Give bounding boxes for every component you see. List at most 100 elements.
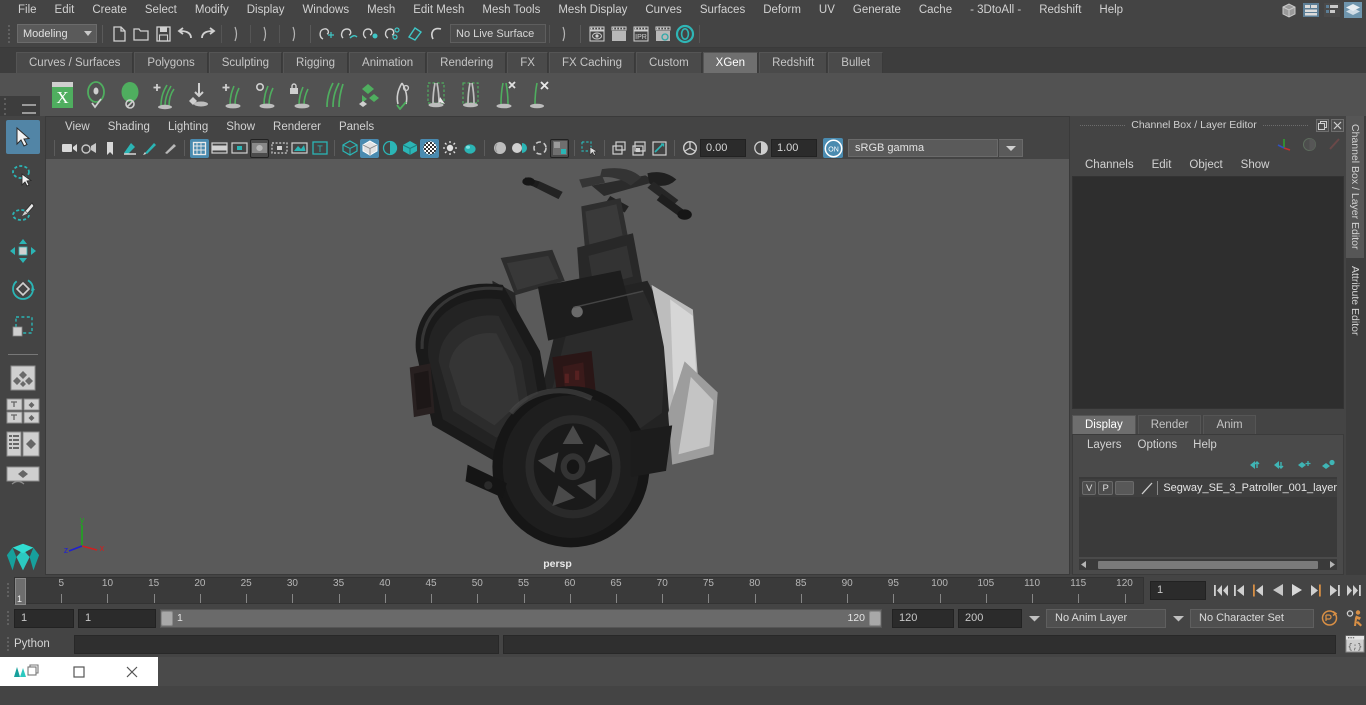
layer-row[interactable]: V P Segway_SE_3_Patroller_001_layer (1079, 479, 1337, 497)
move-layer-down-icon[interactable] (1273, 459, 1287, 471)
select-by-object-icon[interactable] (254, 23, 276, 45)
add-guides-icon[interactable] (148, 76, 180, 114)
time-slider-playhead[interactable]: 1 (15, 577, 26, 605)
select-guides-icon[interactable] (454, 76, 486, 114)
noise-brush-icon[interactable] (352, 76, 384, 114)
menu-curves[interactable]: Curves (636, 0, 690, 20)
shadows-icon[interactable] (440, 139, 459, 158)
exposure-icon[interactable] (680, 139, 699, 158)
menu-mesh-display[interactable]: Mesh Display (549, 0, 636, 20)
range-slider-grip[interactable] (3, 606, 12, 630)
color-space-chevron-down-icon[interactable] (999, 139, 1023, 157)
image-plane-icon[interactable] (100, 139, 119, 158)
two-d-pan-zoom-icon[interactable] (120, 139, 139, 158)
play-forwards-icon[interactable] (1288, 580, 1305, 600)
snap-to-point-icon[interactable] (360, 23, 382, 45)
shelf-tab-fx-caching[interactable]: FX Caching (548, 52, 636, 73)
time-slider-grip[interactable] (3, 578, 12, 602)
command-line-grip[interactable] (3, 632, 12, 656)
live-surface-field[interactable]: No Live Surface (450, 24, 546, 43)
wireframe-shaded-icon[interactable] (340, 139, 359, 158)
lasso-tool-button[interactable] (6, 158, 40, 192)
viewport-menu-lighting[interactable]: Lighting (159, 121, 217, 133)
grease-pencil-icon[interactable] (140, 139, 159, 158)
render-stripe-icon[interactable] (1327, 137, 1342, 152)
layer-menu-layers[interactable]: Layers (1079, 439, 1130, 451)
xray-icon[interactable] (580, 139, 599, 158)
script-editor-icon[interactable]: {;} (1344, 634, 1366, 654)
select-camera-icon[interactable] (60, 139, 79, 158)
gamma-field[interactable]: 1.00 (771, 139, 817, 157)
modeling-toolkit-icon[interactable] (1281, 2, 1299, 18)
resolution-gate-icon[interactable] (230, 139, 249, 158)
new-layer-icon[interactable] (1297, 459, 1311, 471)
menu-deform[interactable]: Deform (754, 0, 810, 20)
bookmark-camera-icon[interactable] (80, 139, 99, 158)
range-slider-right-handle[interactable] (869, 610, 881, 626)
snap-to-view-plane-icon[interactable] (404, 23, 426, 45)
step-forward-frame-icon[interactable] (1307, 580, 1324, 600)
menu-generate[interactable]: Generate (844, 0, 910, 20)
shelf-tab-fx[interactable]: FX (507, 52, 548, 73)
save-scene-icon[interactable] (152, 23, 174, 45)
animation-preferences-icon[interactable] (1344, 608, 1366, 628)
layer-menu-help[interactable]: Help (1185, 439, 1225, 451)
channel-menu-show[interactable]: Show (1232, 159, 1279, 171)
anim-layer-selector[interactable]: No Anim Layer (1046, 608, 1166, 628)
menu-mesh[interactable]: Mesh (358, 0, 404, 20)
scale-guides-icon[interactable] (488, 76, 520, 114)
layer-display-type-toggle[interactable] (1114, 481, 1134, 495)
film-gate-icon[interactable] (210, 139, 229, 158)
tool-settings-icon[interactable] (1323, 2, 1341, 18)
scroll-left-arrow-icon[interactable] (1079, 560, 1088, 569)
clump-modifier-icon[interactable] (386, 76, 418, 114)
shelf-tab-bullet[interactable]: Bullet (828, 52, 884, 73)
textured-icon[interactable] (400, 139, 419, 158)
range-start-field[interactable]: 1 (78, 608, 156, 628)
move-layer-up-icon[interactable] (1249, 459, 1263, 471)
layer-tab-display[interactable]: Display (1072, 415, 1136, 434)
shading-sphere-icon[interactable] (1302, 137, 1317, 152)
color-management-icon[interactable]: ON (823, 138, 843, 158)
menu-select[interactable]: Select (136, 0, 186, 20)
safe-action-icon[interactable] (290, 139, 309, 158)
menu-modify[interactable]: Modify (186, 0, 238, 20)
menu-display[interactable]: Display (238, 0, 294, 20)
viewport-paint-icon[interactable] (160, 139, 179, 158)
comb-brush-icon[interactable] (318, 76, 350, 114)
vertical-tab-channel-box-layer-editor[interactable]: Channel Box / Layer Editor (1346, 116, 1364, 258)
layer-visibility-toggle[interactable]: V (1082, 481, 1097, 495)
create-description-icon[interactable] (80, 76, 112, 114)
viewport-menu-shading[interactable]: Shading (99, 121, 159, 133)
exposure-field[interactable]: 0.00 (700, 139, 746, 157)
density-brush-icon[interactable] (250, 76, 282, 114)
lock-guides-icon[interactable] (284, 76, 316, 114)
layer-list-horizontal-scrollbar[interactable] (1079, 559, 1337, 570)
shaded-wireframe-icon[interactable] (380, 139, 399, 158)
render-view-icon[interactable] (674, 23, 696, 45)
select-by-render-icon[interactable] (553, 23, 575, 45)
viewport-canvas[interactable]: y x z persp (46, 159, 1069, 574)
create-collection-icon[interactable] (114, 76, 146, 114)
menu-cache[interactable]: Cache (910, 0, 961, 20)
shelf-tab-xgen[interactable]: XGen (702, 52, 759, 73)
shelf-tab-polygons[interactable]: Polygons (134, 52, 208, 73)
viewport-menu-view[interactable]: View (56, 121, 99, 133)
vertical-tab-attribute-editor[interactable]: Attribute Editor (1346, 258, 1364, 343)
scrollbar-thumb[interactable] (1098, 560, 1318, 569)
snap-to-grid-icon[interactable] (316, 23, 338, 45)
range-slider-left-handle[interactable] (161, 610, 173, 626)
xgen-editor-icon[interactable]: X (46, 76, 78, 114)
screen-space-ao-icon[interactable] (460, 139, 479, 158)
command-input-field[interactable] (74, 634, 499, 654)
quick-layout-four-view[interactable] (5, 396, 41, 426)
delete-guides-icon[interactable] (522, 76, 554, 114)
rotate-tool-button[interactable] (6, 272, 40, 306)
viewport-menu-renderer[interactable]: Renderer (264, 121, 330, 133)
step-back-frame-icon[interactable] (1250, 580, 1267, 600)
layer-list[interactable]: V P Segway_SE_3_Patroller_001_layer (1079, 477, 1337, 557)
shelf-tab-menu-icon[interactable] (22, 104, 36, 114)
undo-icon[interactable] (174, 23, 196, 45)
close-icon[interactable] (105, 657, 158, 686)
menu-3dtoall[interactable]: - 3DtoAll - (961, 0, 1030, 20)
